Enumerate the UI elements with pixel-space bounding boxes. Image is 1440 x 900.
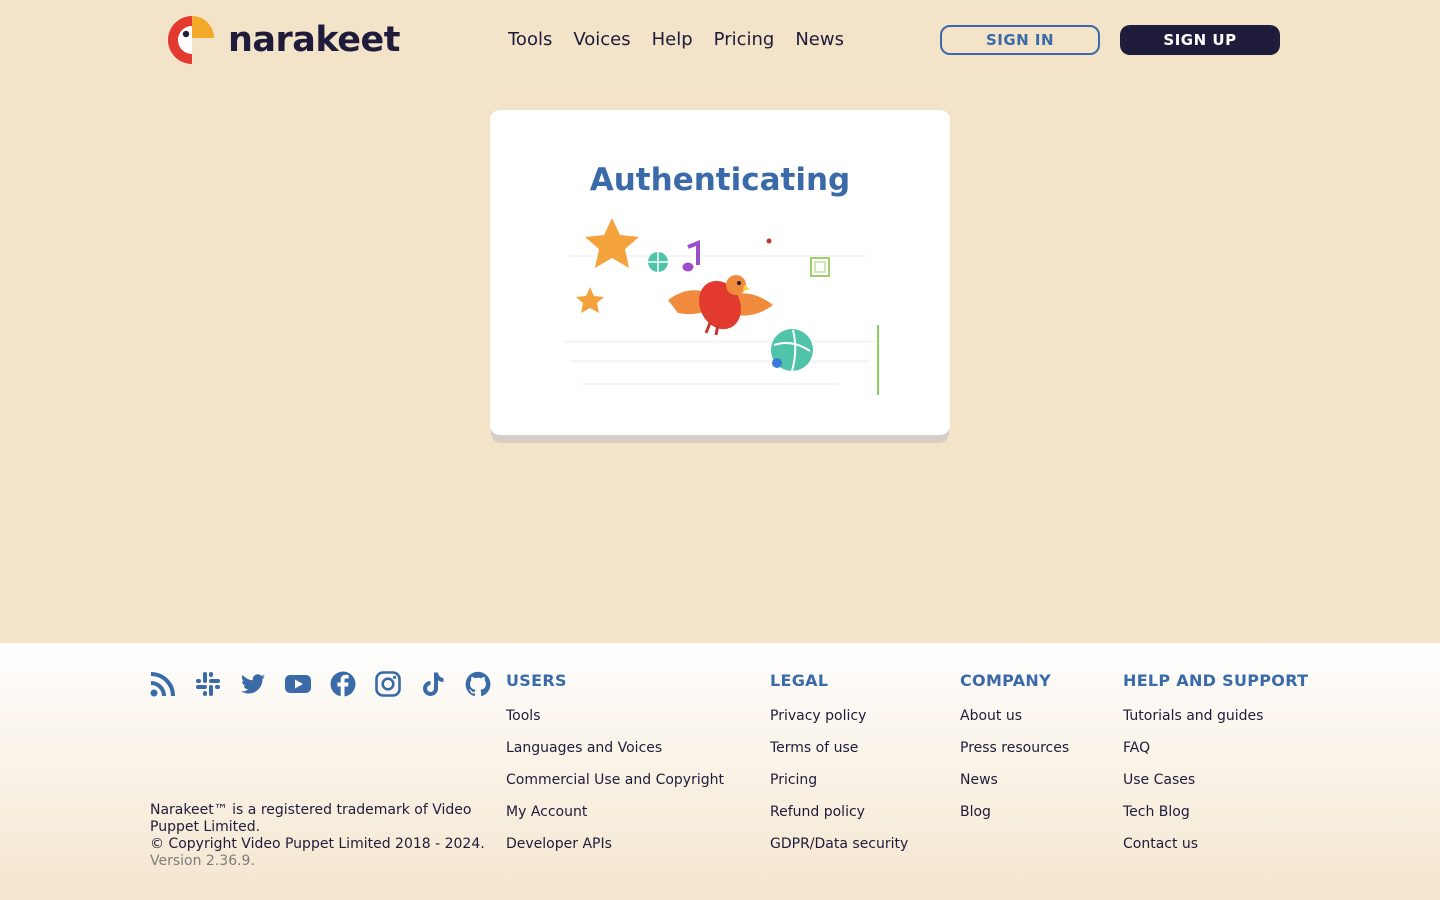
nav-tools[interactable]: Tools: [508, 28, 552, 52]
footer-col-users: USERS Tools Languages and Voices Commerc…: [506, 671, 724, 868]
footer-link-refund[interactable]: Refund policy: [770, 804, 908, 821]
footer-heading-users: USERS: [506, 671, 567, 690]
star-icon: [576, 287, 604, 313]
footer-link-blog[interactable]: Blog: [960, 804, 1069, 821]
star-icon: [585, 218, 639, 268]
authenticating-card: Authenticating: [490, 110, 950, 435]
parrot-icon: [668, 275, 773, 336]
footer-legal: Narakeet™ is a registered trademark of V…: [150, 802, 495, 870]
nav-voices[interactable]: Voices: [573, 28, 630, 52]
footer-link-contact[interactable]: Contact us: [1123, 836, 1308, 853]
footer-link-commercial-use[interactable]: Commercial Use and Copyright: [506, 772, 724, 789]
tiktok-icon[interactable]: [420, 671, 446, 697]
footer-link-about[interactable]: About us: [960, 708, 1069, 725]
footer-heading-help: HELP AND SUPPORT: [1123, 671, 1309, 690]
footer-link-languages-voices[interactable]: Languages and Voices: [506, 740, 724, 757]
card-title: Authenticating: [589, 162, 851, 198]
footer-link-privacy[interactable]: Privacy policy: [770, 708, 908, 725]
version-text: Version 2.36.9.: [150, 853, 255, 869]
main-nav: Tools Voices Help Pricing News: [508, 28, 844, 52]
sign-in-button[interactable]: SIGN IN: [940, 25, 1100, 55]
footer-col-help: HELP AND SUPPORT Tutorials and guides FA…: [1123, 671, 1308, 868]
facebook-icon[interactable]: [330, 671, 356, 697]
nav-help[interactable]: Help: [652, 28, 693, 52]
footer-link-tutorials[interactable]: Tutorials and guides: [1123, 708, 1308, 725]
instagram-icon[interactable]: [375, 671, 401, 697]
slack-icon[interactable]: [195, 671, 221, 697]
footer-link-news[interactable]: News: [960, 772, 1069, 789]
footer-heading-legal: LEGAL: [770, 671, 829, 690]
footer-col-legal: LEGAL Privacy policy Terms of use Pricin…: [770, 671, 908, 868]
footer-link-faq[interactable]: FAQ: [1123, 740, 1308, 757]
footer-link-use-cases[interactable]: Use Cases: [1123, 772, 1308, 789]
youtube-icon[interactable]: [285, 671, 311, 697]
footer-link-tech-blog[interactable]: Tech Blog: [1123, 804, 1308, 821]
site-footer: Narakeet™ is a registered trademark of V…: [0, 643, 1440, 900]
footer-link-gdpr[interactable]: GDPR/Data security: [770, 836, 908, 853]
footer-link-tools[interactable]: Tools: [506, 708, 724, 725]
narakeet-logo-icon: [166, 14, 214, 66]
footer-col-company: COMPANY About us Press resources News Bl…: [960, 671, 1069, 836]
logo[interactable]: narakeet: [166, 14, 400, 66]
music-note-icon: [687, 240, 700, 265]
nav-news[interactable]: News: [795, 28, 844, 52]
nav-pricing[interactable]: Pricing: [714, 28, 775, 52]
rss-icon[interactable]: [150, 671, 176, 697]
footer-link-developer-apis[interactable]: Developer APIs: [506, 836, 724, 853]
footer-link-press[interactable]: Press resources: [960, 740, 1069, 757]
twitter-icon[interactable]: [240, 671, 266, 697]
footer-heading-company: COMPANY: [960, 671, 1051, 690]
sign-up-button[interactable]: SIGN UP: [1120, 25, 1280, 55]
trademark-text: Narakeet™ is a registered trademark of V…: [150, 802, 472, 835]
footer-link-my-account[interactable]: My Account: [506, 804, 724, 821]
social-links: [150, 671, 491, 697]
footer-link-terms[interactable]: Terms of use: [770, 740, 908, 757]
footer-link-pricing[interactable]: Pricing: [770, 772, 908, 789]
copyright-text: © Copyright Video Puppet Limited 2018 - …: [150, 836, 485, 852]
site-header: narakeet Tools Voices Help Pricing News …: [0, 0, 1440, 80]
loading-animation: [560, 215, 880, 400]
github-icon[interactable]: [465, 671, 491, 697]
logo-wordmark: narakeet: [228, 19, 400, 60]
